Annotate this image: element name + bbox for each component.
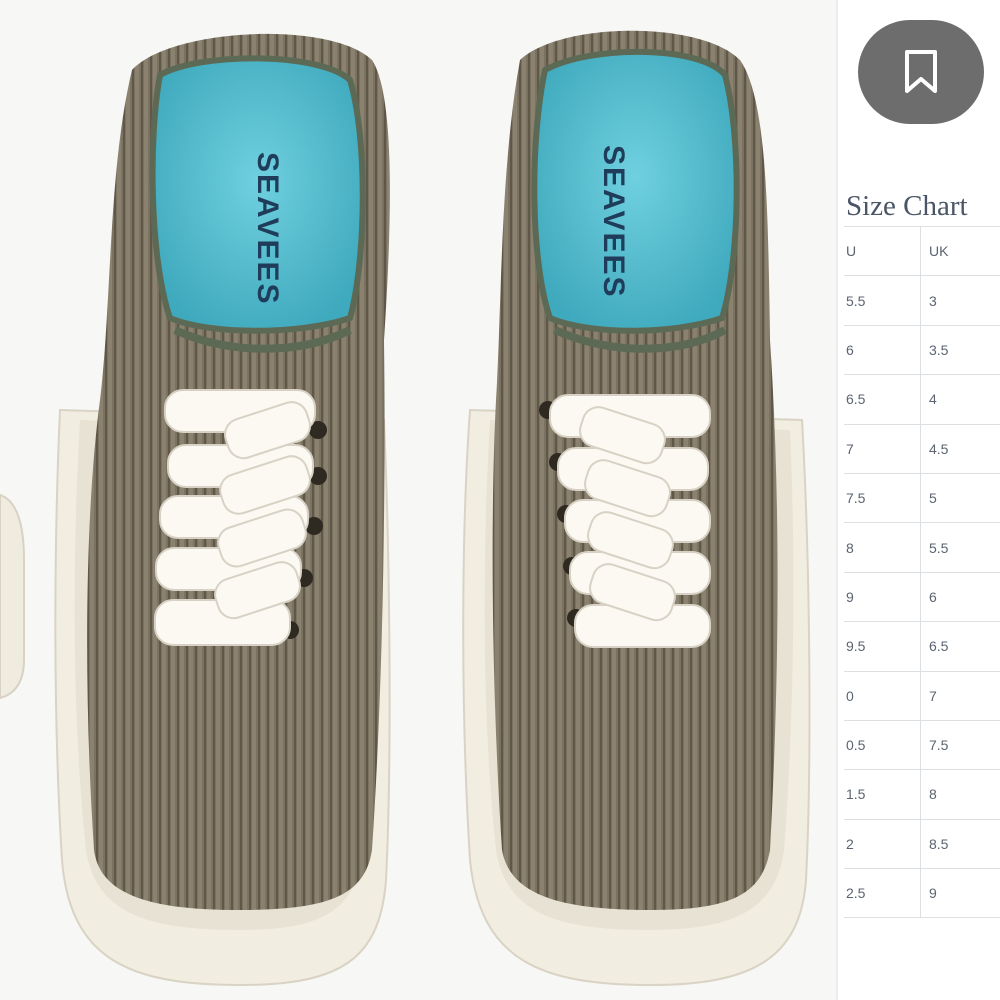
table-row: 1.5 8 [844, 769, 1000, 820]
size-uk-cell: 6.5 [920, 621, 1000, 672]
size-uk-cell: 7.5 [920, 719, 1000, 770]
table-row: 0.5 7.5 [844, 719, 1000, 770]
insole-brand-text: SEAVEES [597, 145, 630, 299]
size-us-cell: 0 [844, 670, 921, 721]
size-us-cell: 9.5 [844, 621, 921, 672]
size-us-cell: 5.5 [844, 275, 921, 326]
size-uk-cell: 9 [920, 868, 1000, 919]
size-us-cell: 2 [844, 818, 921, 869]
table-row: 96 [844, 571, 1000, 622]
size-us-cell: 6.5 [844, 374, 921, 425]
size-uk-cell: 5.5 [920, 522, 1000, 573]
size-chart-table: U UK 5.5 3 6 3.5 6.5 4 7 4.5 7.5 5 8 5.5 9 6 9.5 6.5 0 7 0… [844, 225, 1000, 919]
size-us-cell: 0.5 [844, 719, 921, 770]
size-us-cell: 7 [844, 423, 921, 474]
table-row: 5.5 3 [844, 275, 1000, 326]
size-uk-cell: 4.5 [920, 423, 1000, 474]
size-uk-cell: 3 [920, 275, 1000, 326]
size-uk-cell: 7 [920, 670, 1000, 721]
size-uk-cell: 4 [920, 374, 1000, 425]
size-us-cell: 7.5 [844, 472, 921, 523]
table-row: 8 5.5 [844, 522, 1000, 573]
table-row: 7.5 5 [844, 472, 1000, 523]
insole-brand-text: SEAVEES [251, 152, 284, 306]
size-us-cell: 2.5 [844, 868, 921, 919]
partial-shoe [0, 493, 25, 700]
table-row: 6 3.5 [844, 324, 1000, 375]
table-row: 07 [844, 670, 1000, 721]
size-chart-title: Size Chart [846, 190, 968, 222]
table-row: 6.5 4 [844, 374, 1000, 425]
size-us-cell: 1.5 [844, 769, 921, 820]
column-header-us: U [844, 225, 921, 276]
bookmark-icon [905, 50, 937, 93]
size-uk-cell: 6 [920, 571, 1000, 622]
size-uk-cell: 3.5 [920, 324, 1000, 375]
left-shoe: SEAVEES [54, 33, 391, 987]
column-header-uk: UK [920, 225, 1000, 276]
table-row: 9.5 6.5 [844, 621, 1000, 672]
table-row: 2.5 9 [844, 868, 1000, 919]
size-uk-cell: 5 [920, 472, 1000, 523]
size-us-cell: 9 [844, 571, 921, 622]
table-row: 2 8.5 [844, 818, 1000, 869]
size-uk-cell: 8.5 [920, 818, 1000, 869]
bookmark-button[interactable] [858, 20, 984, 124]
table-header-row: U UK [844, 225, 1000, 276]
table-row: 7 4.5 [844, 423, 1000, 474]
size-us-cell: 8 [844, 522, 921, 573]
product-photo: SEAVEES SEAVEES [0, 0, 838, 1000]
size-us-cell: 6 [844, 324, 921, 375]
right-shoe: SEAVEES [462, 30, 811, 987]
size-uk-cell: 8 [920, 769, 1000, 820]
